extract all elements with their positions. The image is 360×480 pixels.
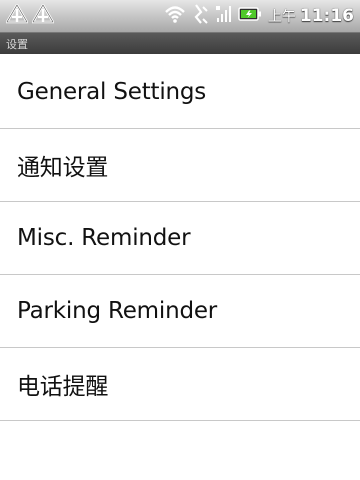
- list-item-notification-settings[interactable]: 通知设置: [0, 129, 360, 202]
- notification-icon[interactable]: [30, 2, 56, 28]
- settings-list: General Settings 通知设置 Misc. Reminder Par…: [0, 56, 360, 421]
- page-title: 设置: [6, 38, 28, 51]
- list-item-general-settings[interactable]: General Settings: [0, 56, 360, 129]
- status-bar: 上午 11:16: [0, 0, 360, 32]
- status-bar-right: 上午 11:16: [164, 3, 354, 29]
- list-item-phone-reminder[interactable]: 电话提醒: [0, 348, 360, 421]
- title-bar: 设置: [0, 32, 360, 54]
- list-item-parking-reminder[interactable]: Parking Reminder: [0, 275, 360, 348]
- signal-icon: [215, 4, 232, 28]
- list-item-misc-reminder[interactable]: Misc. Reminder: [0, 202, 360, 275]
- status-time-period: 上午: [267, 9, 296, 25]
- screen: 上午 11:16 设置 General Settings 通知设置 Misc. …: [0, 0, 360, 480]
- notification-icon[interactable]: [4, 2, 30, 28]
- list-item-label: Parking Reminder: [17, 298, 218, 324]
- wifi-icon: [164, 4, 186, 28]
- list-item-label: 电话提醒: [17, 374, 109, 400]
- list-item-label: 通知设置: [17, 155, 109, 181]
- list-item-label: Misc. Reminder: [17, 225, 191, 251]
- status-bar-left: [4, 2, 56, 29]
- list-item-label: General Settings: [17, 79, 207, 105]
- battery-charging-icon: [238, 6, 262, 26]
- status-clock: 11:16: [299, 6, 354, 26]
- data-transfer-icon: [192, 3, 210, 29]
